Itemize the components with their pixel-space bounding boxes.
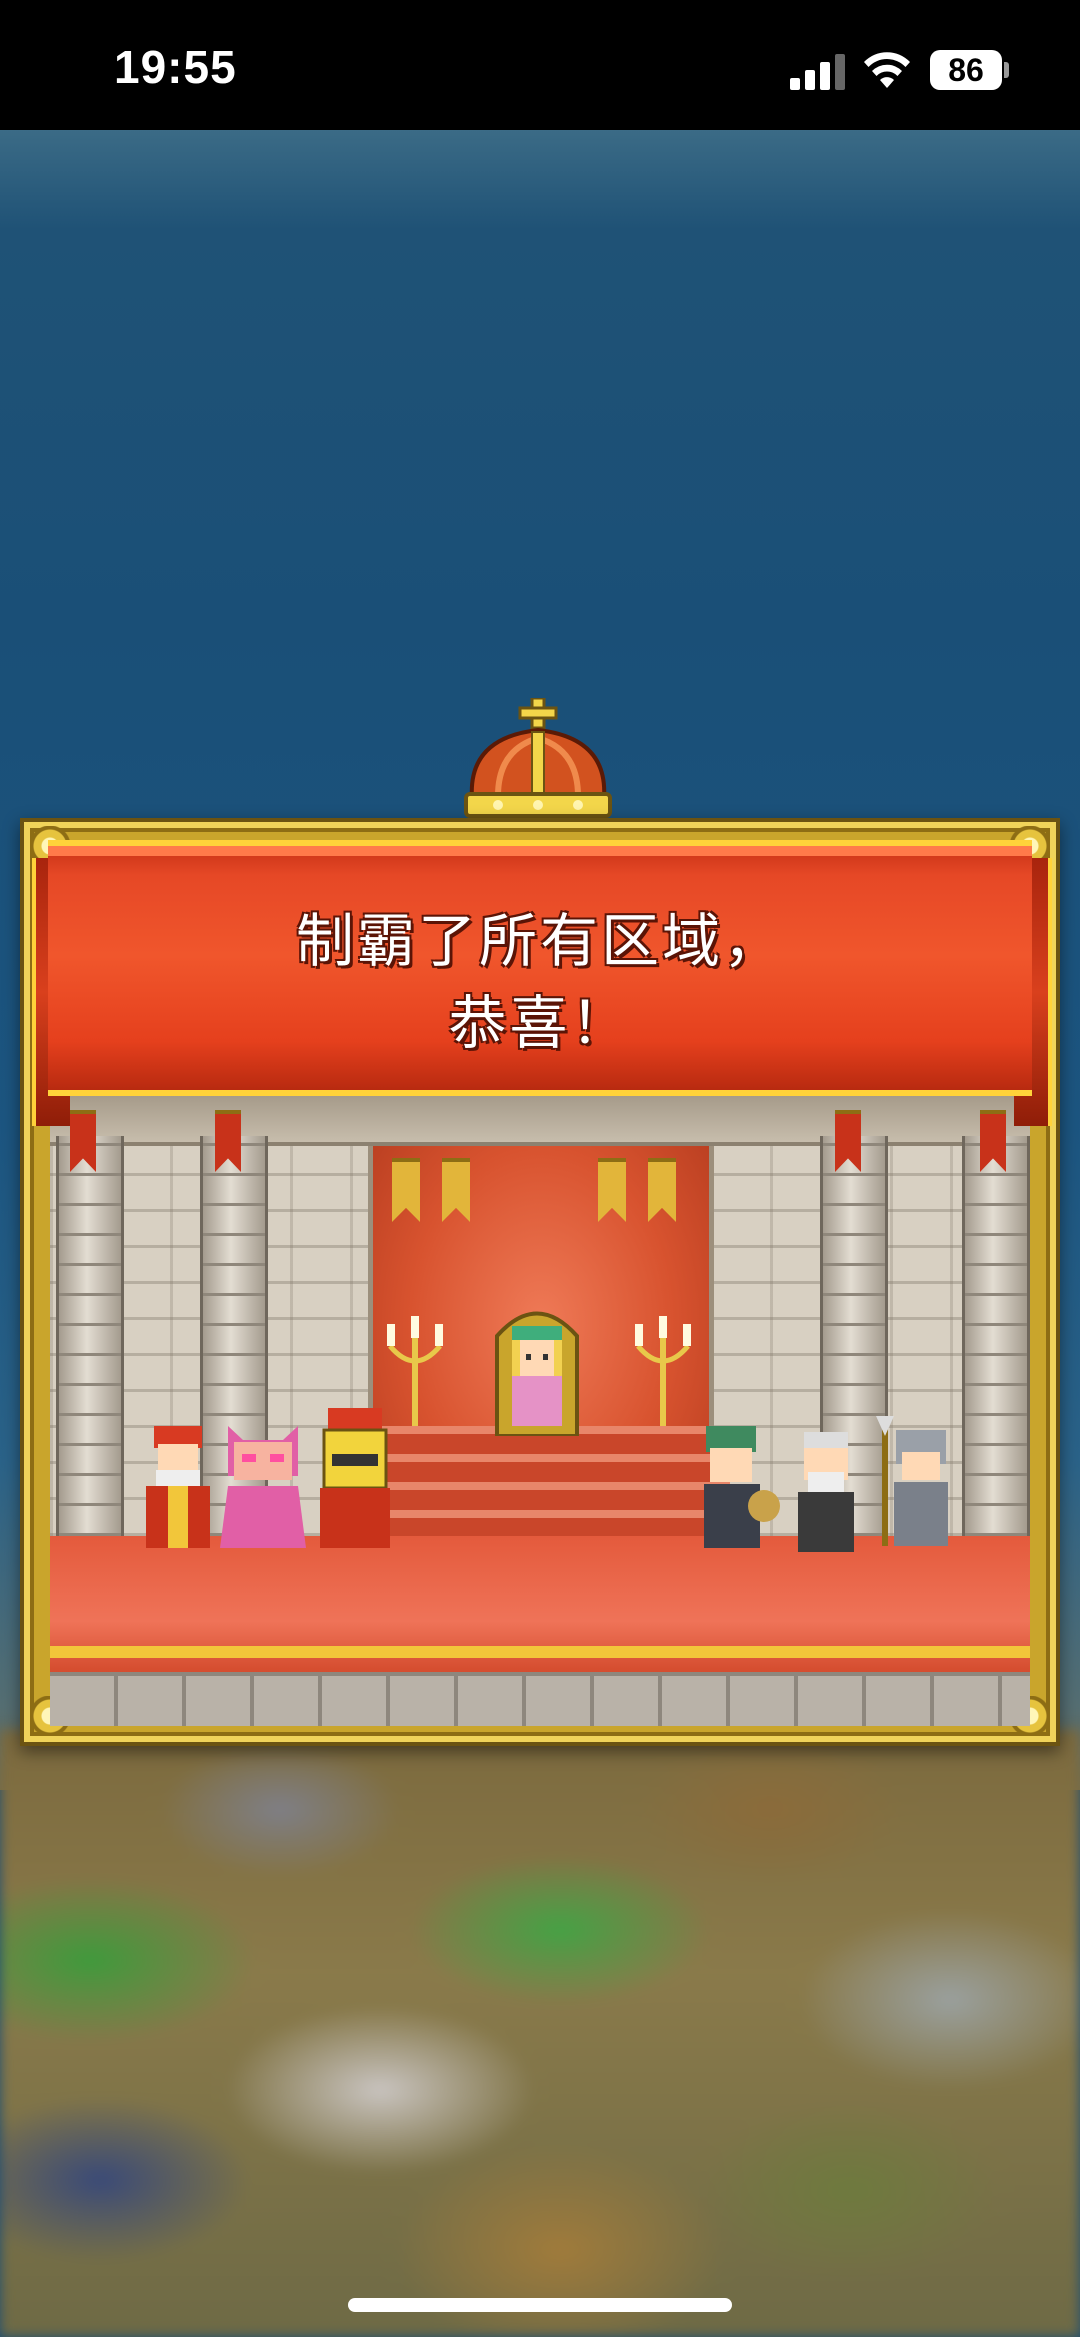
victory-message-line1: 制霸了所有区域， [295,907,784,975]
cellular-signal-icon [790,52,846,90]
queen-on-throne-character [495,1311,579,1436]
blurred-city-map-background [0,1730,1080,2337]
crown-icon [464,698,612,818]
carpet-gold-stripe [50,1646,1030,1658]
old-sage-character [798,1432,854,1552]
pink-cat-princess-character [220,1426,306,1548]
victory-message-line2: 恭喜！ [448,989,632,1057]
battery-icon: 86 [930,50,1002,90]
king-character [146,1426,210,1548]
yellow-crowned-mascot-character [320,1408,390,1548]
wifi-icon [864,52,910,88]
status-bar: 19:55 86 [0,0,1080,130]
stone-floor-edge [50,1672,1030,1726]
home-indicator[interactable] [348,2298,732,2312]
throne-room-scene [50,1096,1030,1726]
spear-knight-character [876,1416,948,1546]
green-hat-merchant-character [704,1426,780,1548]
candelabra-icon [635,1316,691,1442]
victory-message: 制霸了所有区域， 恭喜！ [48,900,1032,1064]
status-time: 19:55 [114,41,237,93]
battery-tip [1004,62,1009,78]
